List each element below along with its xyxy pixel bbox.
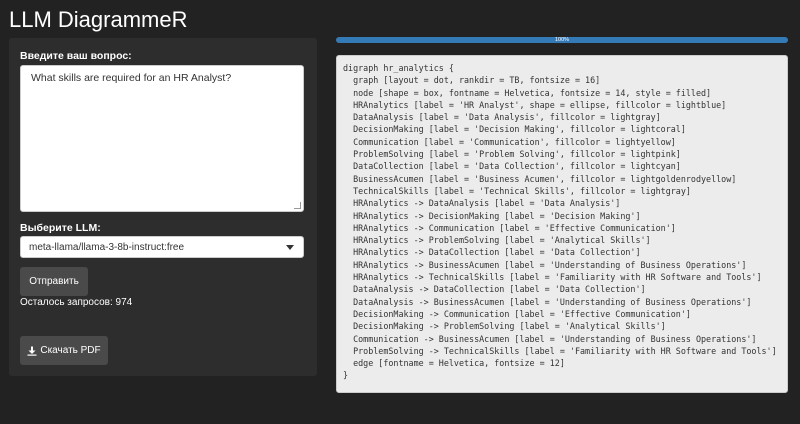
code-line: HRAnalytics [label = 'HR Analyst', shape… xyxy=(343,99,727,110)
question-text: What skills are required for an HR Analy… xyxy=(31,72,232,84)
llm-label: Выберите LLM: xyxy=(20,222,101,234)
code-line: DecisionMaking -> Communication [label =… xyxy=(343,308,691,319)
code-line: graph [layout = dot, rankdir = TB, fonts… xyxy=(343,75,601,86)
code-line: TechnicalSkills [label = 'Technical Skil… xyxy=(343,185,691,196)
code-line: DataCollection [label = 'Data Collection… xyxy=(343,161,681,172)
progress-label: 100% xyxy=(554,37,570,43)
caret-down-icon xyxy=(286,245,294,250)
app-title: LLM DiagrammeR xyxy=(9,7,188,32)
code-line: DataAnalysis -> DataCollection [label = … xyxy=(343,284,646,295)
code-line: ProblemSolving [label = 'Problem Solving… xyxy=(343,149,681,160)
code-line: DataAnalysis [label = 'Data Analysis', f… xyxy=(343,112,661,123)
code-line: digraph hr_analytics { xyxy=(343,63,454,73)
code-line: HRAnalytics -> DataCollection [label = '… xyxy=(343,247,641,258)
code-line: HRAnalytics -> DecisionMaking [label = '… xyxy=(343,210,641,221)
download-icon xyxy=(27,346,37,356)
code-line: DataAnalysis -> BusinessAcumen [label = … xyxy=(343,296,752,307)
code-line: Communication [label = 'Communication', … xyxy=(343,136,676,147)
code-line: HRAnalytics -> ProblemSolving [label = '… xyxy=(343,235,651,246)
download-pdf-label: Скачать PDF xyxy=(40,345,101,356)
remaining-requests: Осталось запросов: 974 xyxy=(20,297,133,308)
code-line: Communication -> BusinessAcumen [label =… xyxy=(343,333,757,344)
code-line: edge [fontname = Helvetica, fontsize = 1… xyxy=(343,358,565,369)
llm-select[interactable]: meta-llama/llama-3-8b-instruct:free xyxy=(20,236,304,258)
code-line: node [shape = box, fontname = Helvetica,… xyxy=(343,87,712,98)
download-pdf-button[interactable]: Скачать PDF xyxy=(20,336,108,365)
code-line: DecisionMaking -> ProblemSolving [label … xyxy=(343,321,666,332)
send-button-label: Отправить xyxy=(29,276,79,287)
progress-bar: 100% xyxy=(336,37,788,43)
sidebar-panel: Введите ваш вопрос: What skills are requ… xyxy=(9,38,317,376)
progress-fill: 100% xyxy=(336,37,788,43)
code-line: HRAnalytics -> TechnicalSkills [label = … xyxy=(343,272,762,283)
question-textarea[interactable]: What skills are required for an HR Analy… xyxy=(20,65,304,212)
code-line: ProblemSolving -> TechnicalSkills [label… xyxy=(343,345,777,356)
code-line: HRAnalytics -> Communication [label = 'E… xyxy=(343,222,676,233)
code-line: HRAnalytics -> BusinessAcumen [label = '… xyxy=(343,259,747,270)
code-output: digraph hr_analytics { graph [layout = d… xyxy=(336,55,788,393)
resize-handle-icon[interactable] xyxy=(294,202,301,209)
question-label: Введите ваш вопрос: xyxy=(20,50,132,62)
send-button[interactable]: Отправить xyxy=(20,267,88,296)
code-line: } xyxy=(343,370,349,381)
code-line: DecisionMaking [label = 'Decision Making… xyxy=(343,124,686,135)
llm-selected-value: meta-llama/llama-3-8b-instruct:free xyxy=(29,242,185,253)
code-line: BusinessAcumen [label = 'Business Acumen… xyxy=(343,173,737,184)
code-line: HRAnalytics -> DataAnalysis [label = 'Da… xyxy=(343,198,621,209)
